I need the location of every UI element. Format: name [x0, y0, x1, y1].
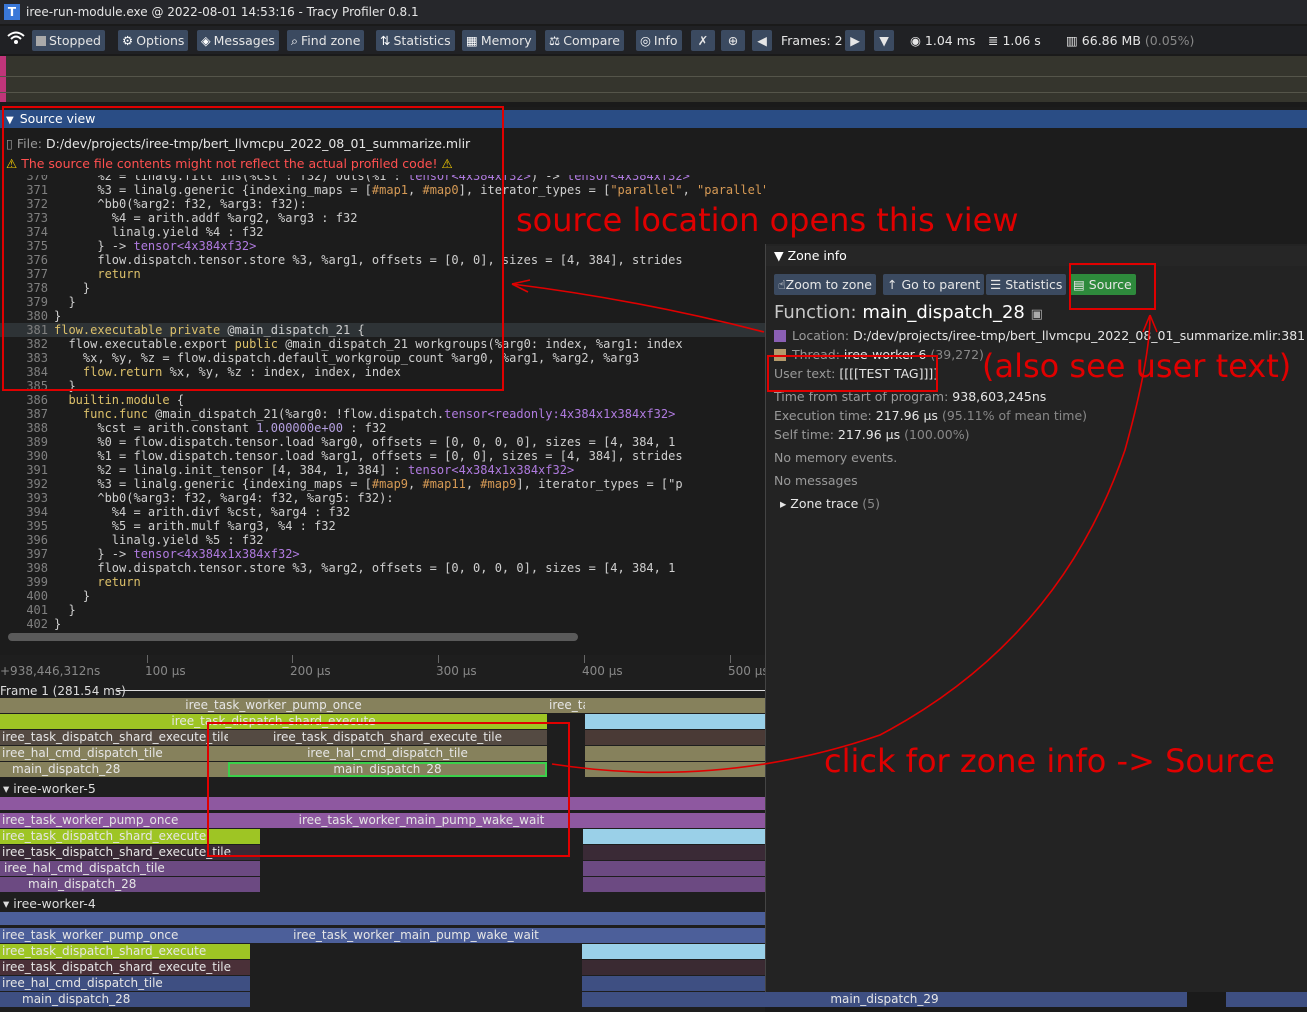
annotation-click-note: click for zone info -> Source — [824, 742, 1275, 780]
annotation-user-text-note: (also see user text) — [982, 347, 1292, 385]
annotation-arrows — [511, 279, 1158, 774]
annotation-source-note: source location opens this view — [516, 201, 1019, 239]
